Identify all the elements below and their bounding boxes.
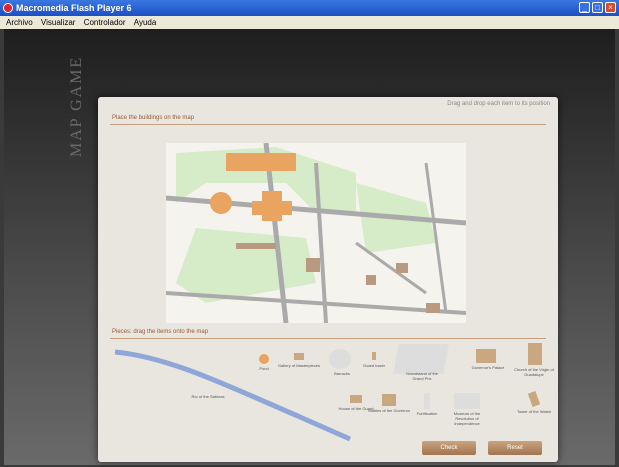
menu-file[interactable]: Archivo — [6, 18, 33, 27]
gallery-piece[interactable] — [294, 353, 304, 360]
church-label: Church of the Virgin of Guadalupe — [514, 367, 554, 377]
palace-label: Governor's Palace — [471, 365, 505, 370]
minimize-button[interactable]: _ — [579, 2, 590, 13]
grandstand-piece[interactable] — [393, 344, 449, 374]
stables-piece[interactable] — [382, 394, 396, 406]
grandstand-label: Grandstand of the Grand Prix — [405, 371, 439, 381]
gallery-label: Gallery of Masterpieces — [277, 363, 320, 368]
wall-label: Fortification — [416, 411, 438, 416]
museum-label: Museum of the Revolution of Independence — [453, 411, 481, 426]
river-piece[interactable] — [110, 347, 360, 447]
menu-help[interactable]: Ayuda — [134, 18, 157, 27]
small-label: Guard tower — [362, 363, 385, 368]
pieces-section-title: Pieces: drag the items onto the map — [112, 329, 209, 335]
church-piece[interactable] — [528, 343, 542, 365]
pond-piece[interactable] — [259, 354, 269, 364]
section-divider — [110, 124, 546, 125]
window-controls: _ □ × — [579, 2, 616, 13]
maximize-button[interactable]: □ — [592, 2, 603, 13]
tower-piece[interactable] — [527, 391, 541, 407]
close-button[interactable]: × — [605, 2, 616, 13]
guardhouse-piece[interactable] — [350, 395, 362, 403]
instructions-hint: Drag and drop each item to its position — [447, 101, 550, 107]
city-map — [166, 143, 466, 323]
check-button[interactable]: Check — [422, 441, 476, 455]
flash-stage: MAP GAME Drag and drop each item to its … — [4, 29, 615, 465]
barracks-piece[interactable] — [329, 349, 351, 369]
tower-label: Tower of the Watch — [516, 409, 552, 414]
menu-control[interactable]: Controlador — [84, 18, 126, 27]
section-divider-2 — [110, 338, 546, 339]
museum-piece[interactable] — [454, 393, 480, 409]
menu-bar: Archivo Visualizar Controlador Ayuda — [0, 16, 619, 29]
wall-piece[interactable] — [424, 393, 430, 409]
river-label: Río of the Sabinas — [191, 394, 225, 399]
barracks-label: Barracks — [334, 371, 350, 376]
game-panel: Drag and drop each item to its position … — [98, 97, 558, 462]
flash-app-icon — [3, 3, 13, 13]
small-piece[interactable] — [372, 352, 376, 360]
menu-view[interactable]: Visualizar — [41, 18, 76, 27]
side-title: MAP GAME — [68, 55, 85, 157]
reset-button[interactable]: Reset — [488, 441, 542, 455]
title-bar: Macromedia Flash Player 6 _ □ × — [0, 0, 619, 16]
palace-piece[interactable] — [476, 349, 496, 363]
map-section-title: Place the buildings on the map — [112, 115, 195, 121]
window-title: Macromedia Flash Player 6 — [16, 3, 132, 13]
